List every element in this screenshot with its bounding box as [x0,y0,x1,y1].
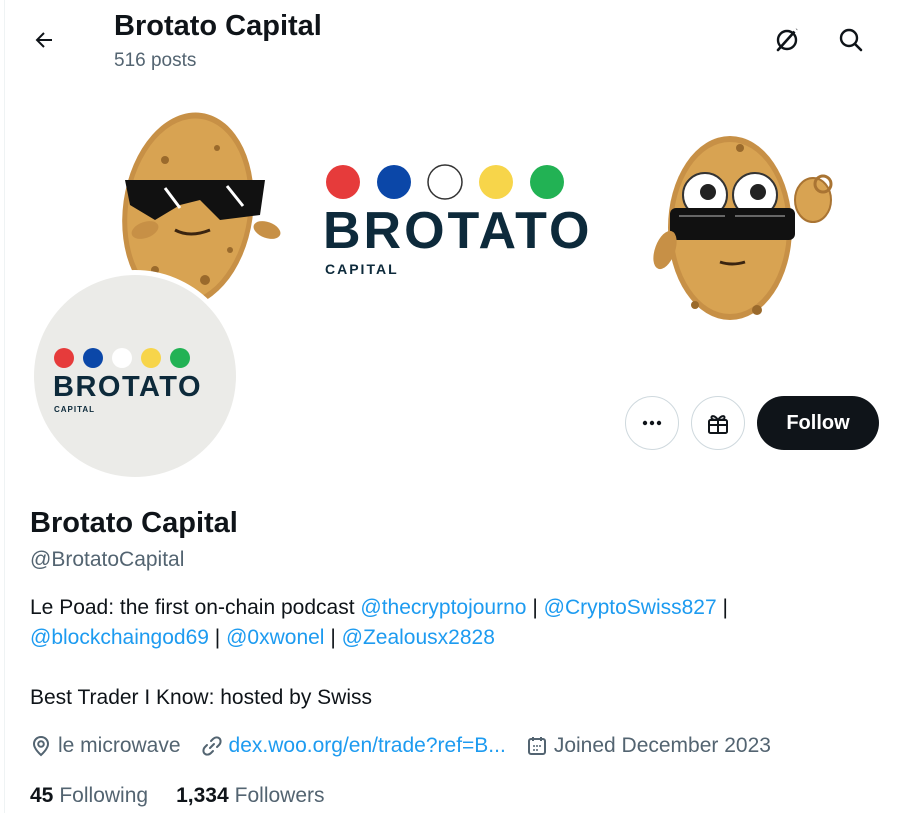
post-count: 516 posts [114,50,197,71]
user-handle: @BrotatoCapital [30,548,185,571]
bio-line-2: Best Trader I Know: hosted by Swiss [30,686,372,709]
banner-logo-word: BROTATO [323,202,592,260]
mention-link[interactable]: @0xwonel [226,626,324,649]
following-count: 45 [30,784,54,807]
mention-link[interactable]: @thecryptojourno [360,596,526,619]
location: le microwave [30,734,181,758]
avatar-logo-sub: CAPITAL [54,405,95,414]
right-potato-mascot [653,136,833,320]
bio-text: Le Poad: the first on-chain podcast [30,596,355,619]
following-label: Following [59,784,149,807]
mention-link[interactable]: @CryptoSwiss827 [544,596,717,619]
gift-button[interactable] [691,396,745,450]
avatar[interactable]: BROTATO CAPITAL [29,270,241,482]
gift-icon [708,415,728,434]
more-button[interactable] [625,396,679,450]
avatar-logo-word: BROTATO [53,371,202,403]
mention-link[interactable]: @blockchaingod69 [30,626,209,649]
bio-separator: | [532,596,538,619]
back-button[interactable] [26,22,62,58]
follow-button[interactable]: Follow [757,396,879,450]
grok-icon [776,27,800,52]
profile-bio: Le Poad: the first on-chain podcast @the… [30,593,860,713]
profile-meta: le microwave dex.woo.org/en/trade?ref=B.… [30,731,791,761]
bio-separator: | [330,626,336,649]
arrow-left-icon [35,32,52,48]
followers-label: Followers [234,784,325,807]
page-title: Brotato Capital [114,10,322,42]
join-date: Joined December 2023 [526,734,771,758]
link-icon [201,736,222,756]
banner-logo: BROTATO CAPITAL [323,164,592,277]
website[interactable]: dex.woo.org/en/trade?ref=B... [201,734,506,758]
bio-separator: | [214,626,221,649]
website-link[interactable]: dex.woo.org/en/trade?ref=B... [229,734,506,758]
calendar-icon [527,737,546,755]
followers-link[interactable]: 1,334 Followers [176,784,324,808]
following-link[interactable]: 45 Following [30,784,148,808]
avatar-image: BROTATO CAPITAL [34,275,236,477]
grok-button[interactable] [768,21,806,59]
bio-separator: | [722,596,728,619]
join-date-text: Joined December 2023 [553,734,771,757]
banner-logo-sub: CAPITAL [325,261,399,277]
mention-link[interactable]: @Zealousx2828 [342,626,495,649]
location-text: le microwave [58,734,181,757]
display-name: Brotato Capital [30,507,238,539]
followers-count: 1,334 [176,784,229,807]
search-icon [839,28,863,52]
follow-stats: 45 Following 1,334 Followers [30,784,353,808]
profile-header-bar: Brotato Capital 516 posts [0,0,900,80]
avatar-logo: BROTATO CAPITAL [53,348,202,414]
search-button[interactable] [832,21,870,59]
location-icon [32,735,50,757]
more-icon [642,420,662,426]
